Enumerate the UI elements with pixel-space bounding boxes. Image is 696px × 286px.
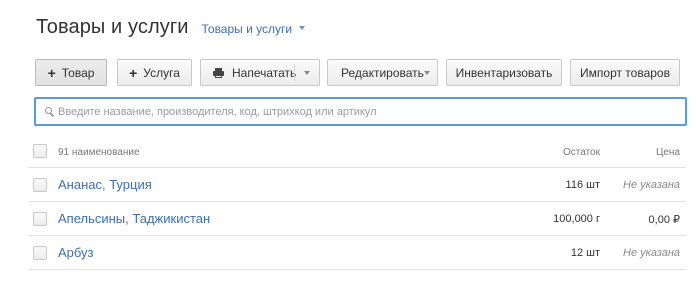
price-value: Не указана bbox=[623, 179, 680, 191]
import-products-button[interactable]: Импорт товаров bbox=[570, 59, 680, 86]
price-column-header[interactable]: Цена bbox=[656, 147, 680, 158]
add-service-label: Услуга bbox=[143, 65, 180, 80]
products-table: 91 наименование Остаток Цена Ананас, Тур… bbox=[28, 136, 686, 270]
print-dropdown-icon[interactable] bbox=[304, 71, 310, 75]
add-product-button[interactable]: + Товар bbox=[35, 59, 107, 86]
table-header: 91 наименование Остаток Цена bbox=[28, 136, 686, 168]
search-icon bbox=[45, 107, 52, 114]
stock-value: 100,000 г bbox=[553, 213, 600, 225]
stock-value: 116 шт bbox=[565, 179, 600, 191]
search-box bbox=[34, 97, 687, 126]
select-all-checkbox[interactable] bbox=[33, 144, 47, 158]
price-value: 0,00 ₽ bbox=[648, 214, 680, 226]
search-input[interactable] bbox=[58, 105, 685, 118]
chevron-down-icon bbox=[299, 26, 306, 30]
stock-value: 12 шт bbox=[570, 247, 600, 259]
import-products-label: Импорт товаров bbox=[580, 65, 670, 80]
table-row: Ананас, Турция 116 шт Не указана bbox=[28, 168, 686, 202]
add-product-label: Товар bbox=[61, 65, 95, 80]
chevron-down-icon bbox=[424, 71, 430, 75]
edit-button[interactable]: Редактировать bbox=[327, 59, 438, 86]
print-label: Напечатать bbox=[232, 65, 297, 80]
items-count-label: 91 наименование bbox=[58, 147, 140, 158]
section-dropdown[interactable]: Товары и услуги bbox=[202, 22, 306, 36]
page-title: Товары и услуги bbox=[36, 16, 189, 38]
plus-icon: + bbox=[47, 64, 56, 81]
edit-label: Редактировать bbox=[341, 65, 424, 80]
add-service-button[interactable]: + Услуга bbox=[117, 59, 192, 86]
stock-column-header[interactable]: Остаток bbox=[563, 147, 600, 158]
printer-icon bbox=[213, 67, 224, 78]
price-value: Не указана bbox=[623, 247, 680, 259]
table-row: Апельсины, Таджикистан 100,000 г 0,00 ₽ bbox=[28, 202, 686, 236]
row-checkbox[interactable] bbox=[33, 246, 47, 260]
print-button[interactable]: Напечатать bbox=[200, 59, 320, 86]
section-dropdown-label: Товары и услуги bbox=[201, 22, 293, 36]
plus-icon: + bbox=[129, 64, 138, 81]
product-name-link[interactable]: Ананас, Турция bbox=[58, 177, 152, 192]
row-checkbox[interactable] bbox=[33, 212, 47, 226]
product-name-link[interactable]: Арбуз bbox=[58, 245, 94, 260]
inventory-button[interactable]: Инвентаризовать bbox=[446, 59, 562, 86]
inventory-label: Инвентаризовать bbox=[455, 65, 553, 80]
row-checkbox[interactable] bbox=[33, 178, 47, 192]
page-header: Товары и услуги Товары и услуги bbox=[36, 16, 306, 39]
table-row: Арбуз 12 шт Не указана bbox=[28, 236, 686, 270]
product-name-link[interactable]: Апельсины, Таджикистан bbox=[58, 211, 210, 226]
